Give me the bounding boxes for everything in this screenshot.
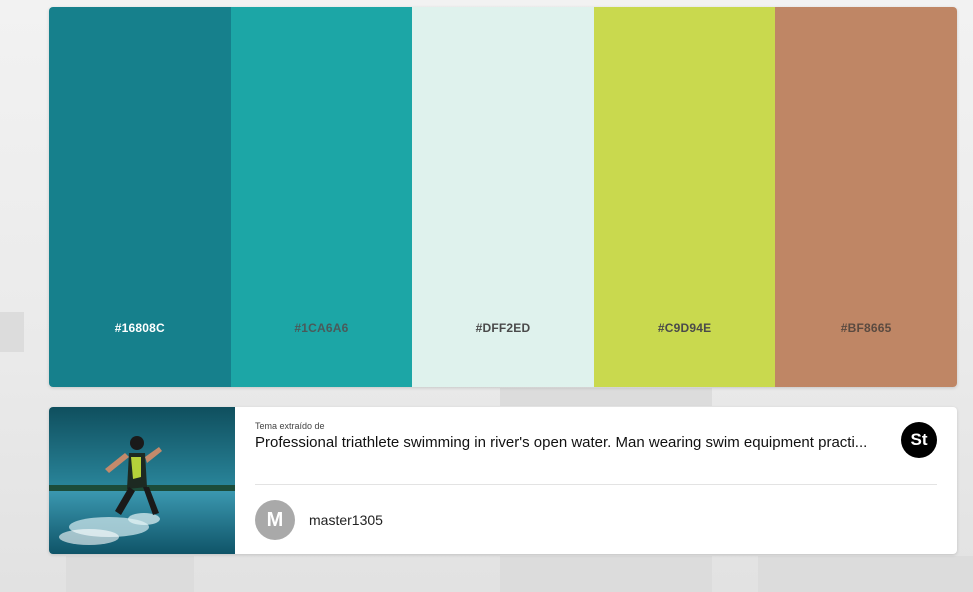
author-username-link[interactable]: master1305	[309, 512, 383, 528]
swatch-5[interactable]: #BF8665	[775, 7, 957, 387]
swatch-3[interactable]: #DFF2ED	[412, 7, 594, 387]
divider	[255, 484, 937, 485]
swatch-4[interactable]: #C9D94E	[593, 7, 776, 387]
swatch-hex-label: #BF8665	[840, 321, 892, 335]
swatch-hex-label: #16808C	[114, 321, 165, 335]
background-thumbnail	[0, 312, 24, 352]
background-thumbnail	[66, 556, 194, 592]
color-palette: #16808C #1CA6A6 #DFF2ED #C9D94E #BF8665	[49, 7, 957, 387]
triathlete-photo-icon	[49, 407, 235, 554]
swatch-hex-label: #1CA6A6	[294, 321, 349, 335]
swatch-hex-label: #C9D94E	[657, 321, 712, 335]
swatch-hex-label: #DFF2ED	[475, 321, 531, 335]
background-thumbnail	[500, 388, 712, 406]
adobe-stock-icon[interactable]: St	[901, 422, 937, 458]
source-thumbnail[interactable]	[49, 407, 235, 554]
background-thumbnail	[500, 556, 712, 592]
source-card: Tema extraído de Professional triathlete…	[49, 407, 957, 554]
avatar[interactable]: M	[255, 500, 295, 540]
swatch-1[interactable]: #16808C	[49, 7, 231, 387]
swatch-2[interactable]: #1CA6A6	[230, 7, 413, 387]
source-title-link[interactable]: Professional triathlete swimming in rive…	[255, 434, 895, 451]
background-thumbnail	[758, 556, 973, 592]
source-label: Tema extraído de	[255, 421, 325, 431]
